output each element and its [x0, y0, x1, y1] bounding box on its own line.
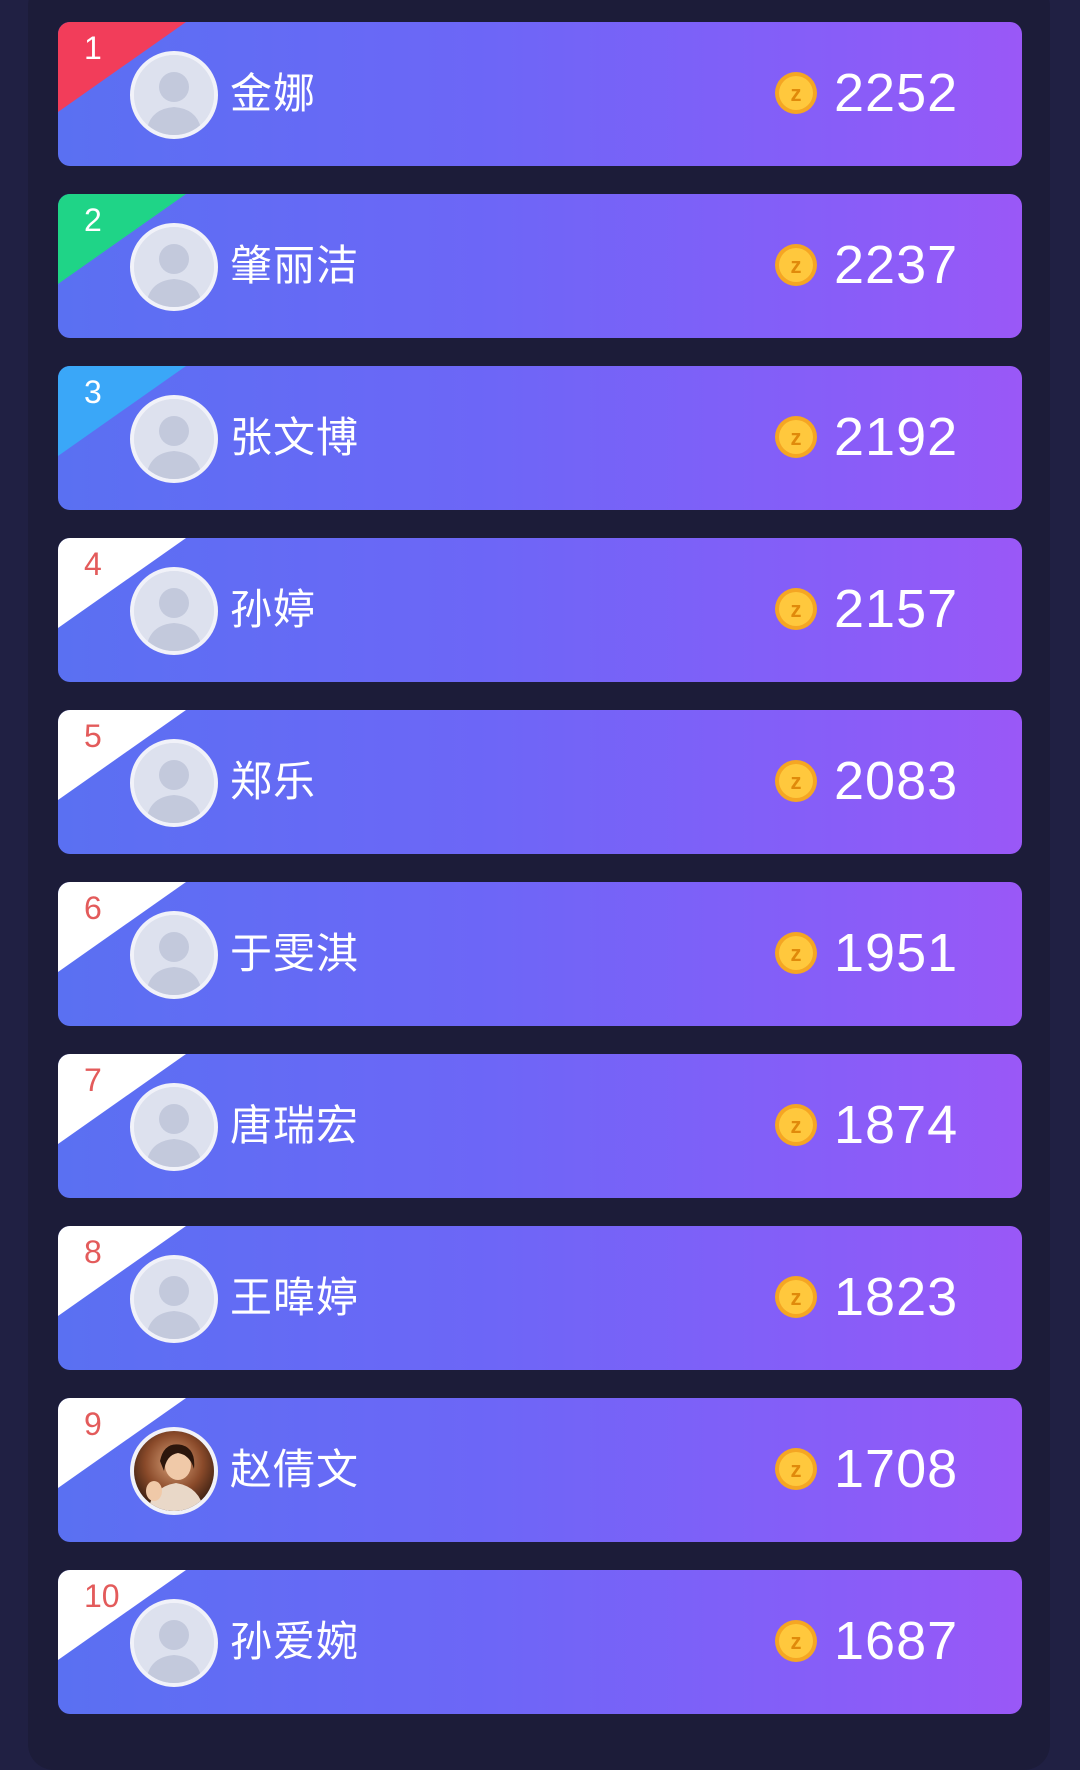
score-value: 2083 [834, 751, 959, 811]
coin-icon: z [774, 587, 818, 631]
default-avatar-icon [134, 55, 214, 135]
score-value: 2157 [834, 579, 959, 639]
svg-text:z: z [791, 1629, 802, 1654]
svg-text:z: z [791, 81, 802, 106]
svg-text:z: z [791, 597, 802, 622]
user-name: 唐瑞宏 [230, 1101, 360, 1150]
rank-number: 6 [84, 890, 102, 926]
user-name: 郑乐 [230, 757, 317, 806]
default-avatar-icon [134, 571, 214, 651]
leaderboard-row[interactable]: 1 金娜 z 2252 [58, 22, 1022, 166]
leaderboard-row[interactable]: 3 张文博 z 2192 [58, 366, 1022, 510]
leaderboard-row[interactable]: 10 孙爱婉 z 1687 [58, 1570, 1022, 1714]
default-user-avatar[interactable] [130, 567, 218, 655]
default-user-avatar[interactable] [130, 1083, 218, 1171]
score-value: 2192 [834, 407, 959, 467]
default-user-avatar[interactable] [130, 739, 218, 827]
coin-icon: z [774, 243, 818, 287]
user-name: 孙爱婉 [230, 1617, 360, 1666]
user-photo-avatar[interactable] [130, 1427, 218, 1515]
user-name: 王暐婷 [230, 1273, 360, 1322]
rank-number: 10 [84, 1578, 120, 1614]
score-value: 2237 [834, 235, 959, 295]
leaderboard-row[interactable]: 6 于雯淇 z 1951 [58, 882, 1022, 1026]
rank-number: 2 [84, 202, 102, 238]
user-name: 孙婷 [230, 585, 317, 634]
user-name: 金娜 [230, 69, 317, 118]
default-avatar-icon [134, 227, 214, 307]
default-user-avatar[interactable] [130, 395, 218, 483]
score-value: 1687 [834, 1611, 959, 1671]
leaderboard-row[interactable]: 5 郑乐 z 2083 [58, 710, 1022, 854]
coin-icon: z [774, 1619, 818, 1663]
leaderboard-row[interactable]: 2 肇丽洁 z 2237 [58, 194, 1022, 338]
svg-text:z: z [791, 1113, 802, 1138]
svg-text:z: z [791, 1285, 802, 1310]
leaderboard-row[interactable]: 9 赵倩文 z 1708 [58, 1398, 1022, 1542]
leaderboard-row[interactable]: 7 唐瑞宏 z 1874 [58, 1054, 1022, 1198]
coin-icon: z [774, 1447, 818, 1491]
rank-number: 1 [84, 30, 102, 66]
score-value: 1951 [834, 923, 959, 983]
default-avatar-icon [134, 399, 214, 479]
rank-number: 9 [84, 1406, 102, 1442]
rank-number: 3 [84, 374, 102, 410]
svg-text:z: z [791, 425, 802, 450]
rank-number: 4 [84, 546, 102, 582]
score-value: 2252 [834, 63, 959, 123]
leaderboard-row[interactable]: 4 孙婷 z 2157 [58, 538, 1022, 682]
svg-text:z: z [791, 769, 802, 794]
default-avatar-icon [134, 915, 214, 995]
svg-text:z: z [791, 941, 802, 966]
score-value: 1708 [834, 1439, 959, 1499]
svg-text:z: z [791, 1457, 802, 1482]
svg-text:z: z [791, 253, 802, 278]
score-value: 1874 [834, 1095, 959, 1155]
user-photo-icon [134, 1431, 214, 1511]
default-user-avatar[interactable] [130, 51, 218, 139]
leaderboard-list: 1 金娜 z 2252 2 肇丽洁 z 2237 3 张文博 z 2192 4 孙婷 z 2157 5 郑乐 z 20… [58, 22, 1022, 1742]
default-user-avatar[interactable] [130, 1255, 218, 1343]
user-name: 张文博 [230, 413, 360, 462]
coin-icon: z [774, 1275, 818, 1319]
user-name: 于雯淇 [230, 929, 360, 978]
user-name: 赵倩文 [230, 1445, 360, 1494]
coin-icon: z [774, 931, 818, 975]
score-value: 1823 [834, 1267, 959, 1327]
default-avatar-icon [134, 1603, 214, 1683]
default-avatar-icon [134, 743, 214, 823]
default-avatar-icon [134, 1087, 214, 1167]
default-avatar-icon [134, 1259, 214, 1339]
rank-number: 8 [84, 1234, 102, 1270]
coin-icon: z [774, 1103, 818, 1147]
default-user-avatar[interactable] [130, 223, 218, 311]
default-user-avatar[interactable] [130, 911, 218, 999]
leaderboard-row[interactable]: 8 王暐婷 z 1823 [58, 1226, 1022, 1370]
coin-icon: z [774, 415, 818, 459]
rank-number: 5 [84, 718, 102, 754]
default-user-avatar[interactable] [130, 1599, 218, 1687]
user-name: 肇丽洁 [230, 241, 360, 290]
coin-icon: z [774, 71, 818, 115]
coin-icon: z [774, 759, 818, 803]
rank-number: 7 [84, 1062, 102, 1098]
